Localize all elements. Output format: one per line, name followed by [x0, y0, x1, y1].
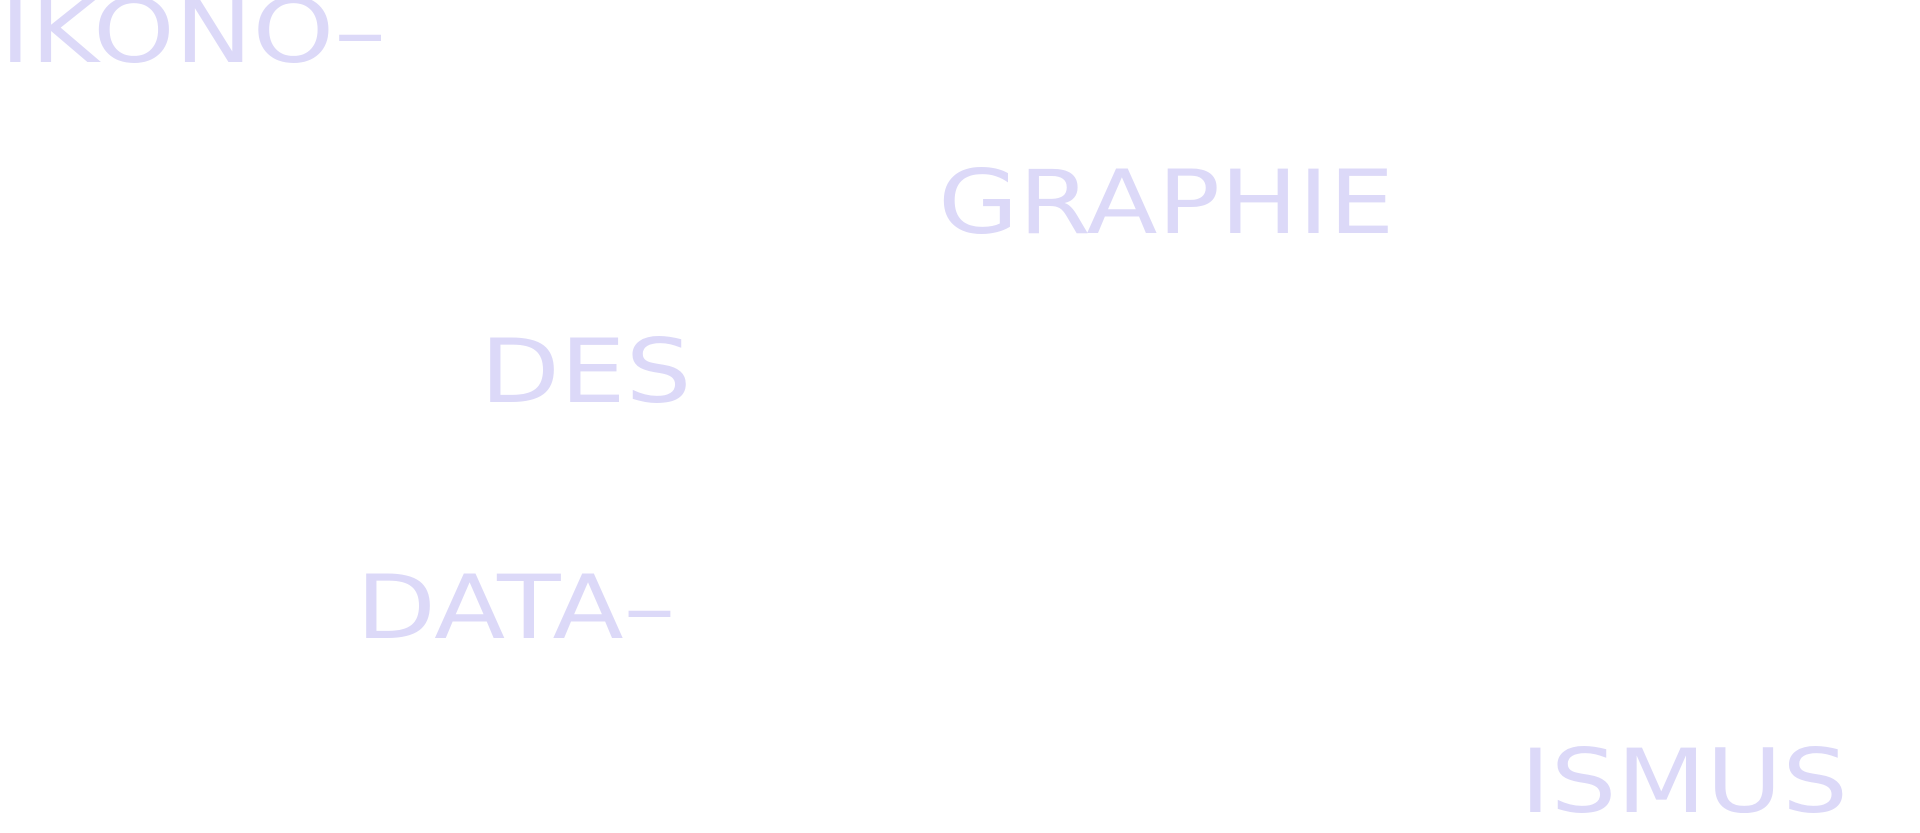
title-line-graphie: GRAPHIE: [938, 151, 1395, 254]
title-line-data: DATA–: [356, 556, 676, 659]
title-line-des: DES: [480, 320, 692, 423]
title-line-ikono: IKONO–: [0, 0, 387, 83]
title-line-ismus: ISMUS: [1520, 730, 1849, 833]
